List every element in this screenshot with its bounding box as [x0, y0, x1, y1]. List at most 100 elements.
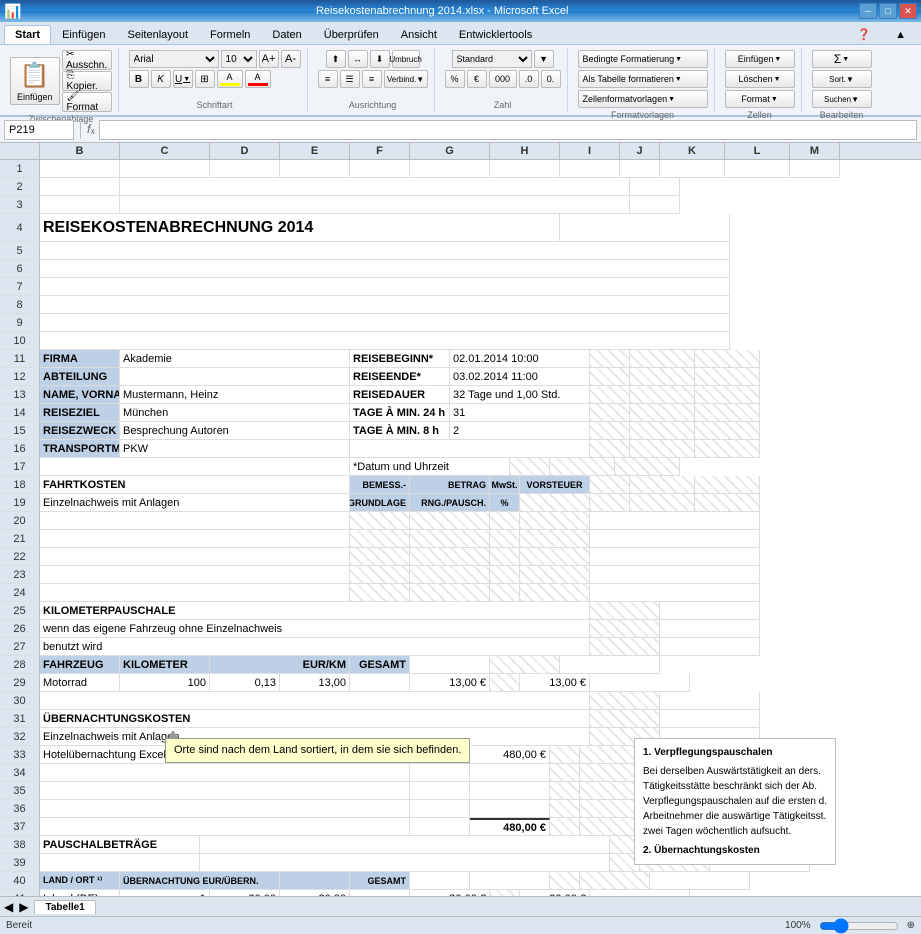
- cell-j26[interactable]: [660, 620, 760, 638]
- cell-j3[interactable]: [630, 196, 680, 214]
- row-num-11[interactable]: 11: [0, 350, 40, 368]
- row-num-17[interactable]: 17: [0, 458, 40, 476]
- cell-k18[interactable]: [630, 476, 695, 494]
- cell-j14[interactable]: [590, 404, 630, 422]
- cell-g1[interactable]: [410, 160, 490, 178]
- sheet-tab-1[interactable]: Tabelle1: [34, 900, 95, 914]
- cell-f1[interactable]: [350, 160, 410, 178]
- cell-f19[interactable]: GRUNDLAGE: [350, 494, 410, 512]
- cell-c2-span[interactable]: [120, 178, 630, 196]
- bedingte-formatierung-button[interactable]: Bedingte Formatierung▼: [578, 50, 708, 68]
- cell-row21-rest[interactable]: [590, 530, 760, 548]
- cell-d28[interactable]: EUR/KM: [210, 656, 350, 674]
- cell-l18[interactable]: [695, 476, 760, 494]
- row-num-20[interactable]: 20: [0, 512, 40, 530]
- cell-b4-title[interactable]: REISEKOSTENABRECHNUNG 2014: [40, 214, 560, 242]
- cell-row22-i[interactable]: [520, 548, 590, 566]
- cell-row21-f[interactable]: [350, 530, 410, 548]
- cell-c15[interactable]: Besprechung Autoren: [120, 422, 350, 440]
- cell-row21-i[interactable]: [520, 530, 590, 548]
- tab-seitenlayout[interactable]: Seitenlayout: [117, 25, 200, 44]
- cell-row24-i[interactable]: [520, 584, 590, 602]
- align-middle-button[interactable]: ↔: [348, 50, 368, 68]
- cell-j19[interactable]: [590, 494, 630, 512]
- cell-f16[interactable]: [350, 440, 590, 458]
- cell-g35[interactable]: [470, 782, 550, 800]
- cell-b3[interactable]: [40, 196, 120, 214]
- cell-b1[interactable]: [40, 160, 120, 178]
- row-num-34[interactable]: 34: [0, 764, 40, 782]
- cell-l16[interactable]: [695, 440, 760, 458]
- align-bottom-button[interactable]: ⬇: [370, 50, 390, 68]
- col-header-f[interactable]: F: [350, 143, 410, 159]
- cell-g17[interactable]: *Datum und Uhrzeit: [350, 458, 510, 476]
- cell-b12[interactable]: ABTEILUNG: [40, 368, 120, 386]
- cell-row21-g[interactable]: [410, 530, 490, 548]
- cell-j11[interactable]: [590, 350, 630, 368]
- cell-j2[interactable]: [630, 178, 680, 196]
- increase-font-button[interactable]: A+: [259, 50, 279, 68]
- cell-d40[interactable]: [280, 872, 350, 890]
- formula-fx-icon[interactable]: 𝑓ₓ: [87, 122, 95, 137]
- cell-i18[interactable]: VORSTEUER: [520, 476, 590, 494]
- cell-k13[interactable]: [630, 386, 695, 404]
- cell-g28[interactable]: [410, 656, 490, 674]
- cell-row22-b[interactable]: [40, 548, 350, 566]
- cell-row30[interactable]: [40, 692, 590, 710]
- cell-b19[interactable]: Einzelnachweis mit Anlagen: [40, 494, 350, 512]
- col-header-d[interactable]: D: [210, 143, 280, 159]
- cell-h34[interactable]: [550, 764, 580, 782]
- cell-d29[interactable]: 0,13: [210, 674, 280, 692]
- cell-b15[interactable]: REISEZWECK: [40, 422, 120, 440]
- cell-row34[interactable]: [40, 764, 410, 782]
- cell-h1[interactable]: [490, 160, 560, 178]
- tab-formeln[interactable]: Formeln: [199, 25, 261, 44]
- cell-l1[interactable]: [725, 160, 790, 178]
- copy-button[interactable]: ⎘ Kopier.: [62, 71, 112, 91]
- thousands-button[interactable]: 000: [489, 70, 517, 88]
- cell-l12[interactable]: [695, 368, 760, 386]
- cell-row23-i[interactable]: [520, 566, 590, 584]
- cell-b39[interactable]: [40, 854, 200, 872]
- cell-g36[interactable]: [470, 800, 550, 818]
- row-num-18[interactable]: 18: [0, 476, 40, 494]
- cell-l11[interactable]: [695, 350, 760, 368]
- row-num-10[interactable]: 10: [0, 332, 40, 350]
- cell-b18[interactable]: FAHRTKOSTEN: [40, 476, 350, 494]
- row-num-28[interactable]: 28: [0, 656, 40, 674]
- cell-row20-g[interactable]: [410, 512, 490, 530]
- cell-e29[interactable]: 13,00: [280, 674, 350, 692]
- cell-rest31[interactable]: [660, 710, 760, 728]
- cell-l17[interactable]: [615, 458, 680, 476]
- cell-row20-i[interactable]: [520, 512, 590, 530]
- als-tabelle-button[interactable]: Als Tabelle formatieren▼: [578, 70, 708, 88]
- align-left-button[interactable]: ≡: [318, 70, 338, 88]
- cell-row20-rest[interactable]: [590, 512, 760, 530]
- cell-row36[interactable]: [40, 800, 410, 818]
- cell-row24-rest[interactable]: [590, 584, 760, 602]
- row-num-12[interactable]: 12: [0, 368, 40, 386]
- cell-c39[interactable]: [200, 854, 610, 872]
- help-button[interactable]: ❓: [846, 24, 882, 44]
- cell-row24-f[interactable]: [350, 584, 410, 602]
- cell-h29[interactable]: [490, 674, 520, 692]
- row-num-6[interactable]: 6: [0, 260, 40, 278]
- cell-m1[interactable]: [790, 160, 840, 178]
- cell-k17[interactable]: [550, 458, 615, 476]
- cell-c16[interactable]: PKW: [120, 440, 350, 458]
- cell-f18[interactable]: BEMESS.-: [350, 476, 410, 494]
- cell-i1[interactable]: [560, 160, 620, 178]
- cell-h18[interactable]: MwSt.: [490, 476, 520, 494]
- summe-button[interactable]: Σ▼: [812, 50, 872, 68]
- cell-c1[interactable]: [120, 160, 210, 178]
- col-header-b[interactable]: B: [40, 143, 120, 159]
- zellen-loeschen-button[interactable]: Löschen▼: [725, 70, 795, 88]
- cell-row8[interactable]: [40, 296, 730, 314]
- format-painter-button[interactable]: 🖌 Format: [62, 92, 112, 112]
- cell-e28[interactable]: GESAMT: [350, 656, 410, 674]
- cell-g15[interactable]: 2: [450, 422, 590, 440]
- cell-row23-g[interactable]: [410, 566, 490, 584]
- cell-i29[interactable]: 13,00 €: [520, 674, 590, 692]
- cell-i26[interactable]: [590, 620, 660, 638]
- cell-row22-g[interactable]: [410, 548, 490, 566]
